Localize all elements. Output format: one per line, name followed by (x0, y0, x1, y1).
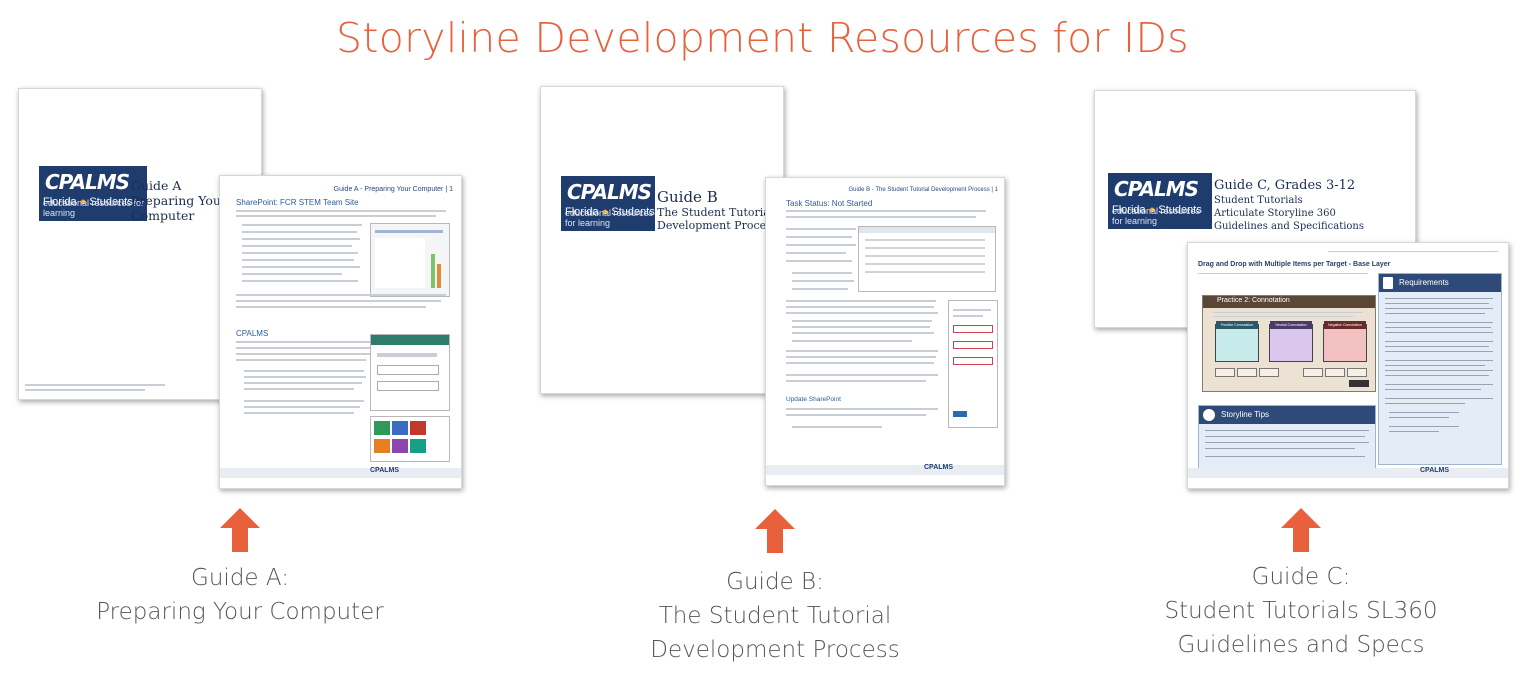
guide-b-caption: Guide B: The Student Tutorial Developmen… (650, 569, 900, 663)
practice-slide: Practice 2: Connotation Positive Connota… (1202, 295, 1376, 392)
submit-button[interactable] (1349, 380, 1369, 387)
drag-item[interactable] (1303, 368, 1323, 377)
guide-c-inner-page[interactable]: Drag and Drop with Multiple Items per Ta… (1187, 242, 1509, 489)
logo-wordmark: CPALMS (45, 170, 130, 194)
slide-title: Drag and Drop with Multiple Items per Ta… (1198, 261, 1391, 268)
cover-title: Guide B The Student Tutorial Development… (657, 188, 778, 232)
logo-wordmark: CPALMS (567, 180, 652, 204)
section-heading: Task Status: Not Started (786, 199, 873, 208)
footer-logo: CPALMS (1420, 467, 1450, 474)
up-arrow-icon (755, 509, 795, 553)
screenshot-image (370, 223, 450, 297)
storyline-icon (1203, 409, 1215, 421)
drag-item[interactable] (1325, 368, 1345, 377)
clipboard-icon (1383, 277, 1393, 289)
guide-b-inner-page[interactable]: Guide B - The Student Tutorial Developme… (765, 177, 1005, 486)
drag-item[interactable] (1347, 368, 1367, 377)
cover-title: Guide C, Grades 3-12 Student Tutorials A… (1214, 178, 1365, 232)
screenshot-image (370, 416, 450, 462)
footer-logo: CPALMS (924, 464, 954, 471)
drag-item[interactable] (1237, 368, 1257, 377)
guide-c-caption: Guide C: Student Tutorials SL360 Guideli… (1164, 564, 1438, 658)
drag-item[interactable] (1215, 368, 1235, 377)
page-header: Guide B - The Student Tutorial Developme… (848, 187, 998, 193)
up-arrow-icon (220, 508, 260, 552)
guide-a-inner-page[interactable]: Guide A - Preparing Your Computer | 1 Sh… (219, 175, 462, 489)
up-arrow-icon (1281, 508, 1321, 552)
page-header: Guide A - Preparing Your Computer | 1 (333, 186, 453, 193)
page-title: Storyline Development Resources for IDs (336, 14, 1189, 62)
section-heading: CPALMS (236, 329, 269, 338)
section-heading: SharePoint: FCR STEM Team Site (236, 198, 359, 207)
screenshot-image (948, 300, 998, 428)
screenshot-image (858, 226, 996, 292)
section-heading: Update SharePoint (786, 396, 841, 403)
cover-title: Guide A Preparing Your Computer (131, 178, 227, 223)
footer-logo: CPALMS (370, 467, 400, 474)
storyline-tips-panel: Storyline Tips (1198, 405, 1376, 469)
drag-item[interactable] (1259, 368, 1279, 377)
guide-b-cover-page[interactable]: CPALMS Florida ● Students educational re… (540, 86, 784, 394)
logo-tagline: educational resources for learning (565, 208, 654, 228)
negative-target[interactable]: Negative Connotation (1323, 321, 1367, 362)
logo-tagline: educational resources for learning (1112, 206, 1201, 226)
positive-target[interactable]: Positive Connotation (1215, 321, 1259, 362)
screenshot-image (370, 334, 450, 411)
cpalms-logo: CPALMS Florida ● Students educational re… (1108, 173, 1212, 229)
neutral-target[interactable]: Neutral Connotation (1269, 321, 1313, 362)
requirements-panel: Requirements (1378, 273, 1502, 465)
practice-title-bar: Practice 2: Connotation (1203, 296, 1375, 308)
logo-wordmark: CPALMS (1114, 177, 1199, 201)
guide-a-caption: Guide A: Preparing Your Computer (96, 565, 384, 625)
cpalms-logo: CPALMS Florida ● Students educational re… (561, 176, 655, 231)
